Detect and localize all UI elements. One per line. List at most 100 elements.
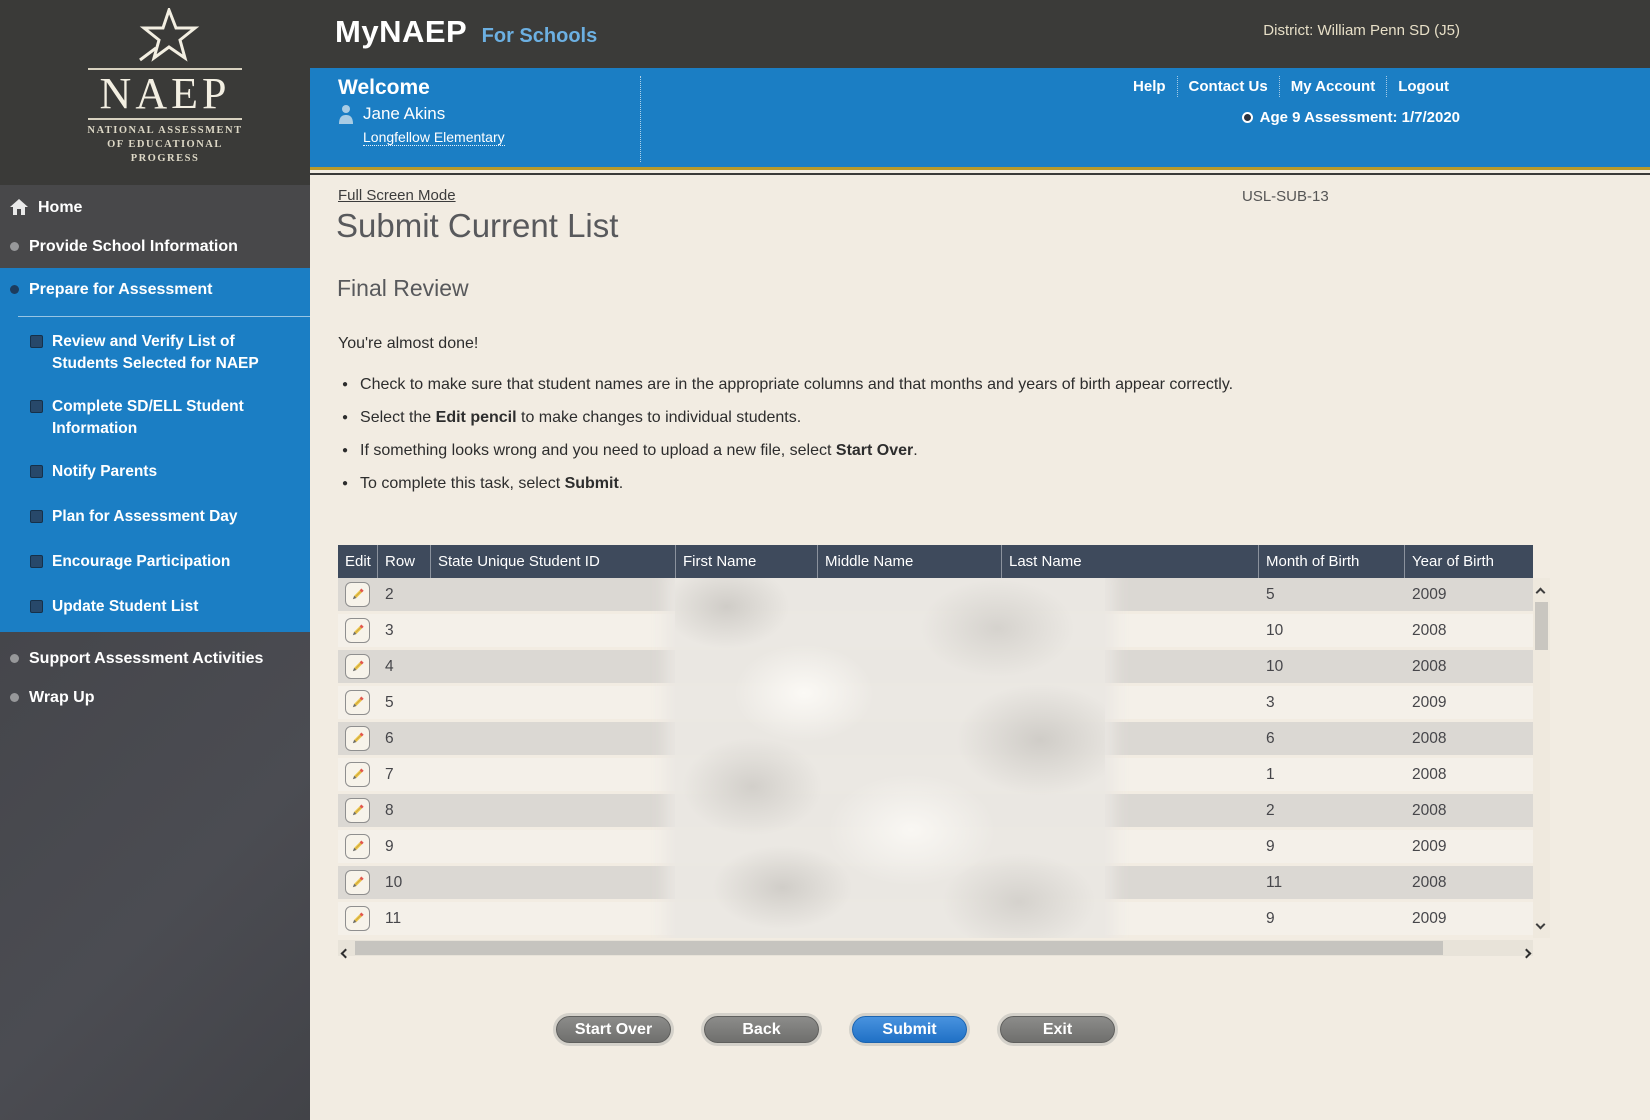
sidebar-item-label: Review and Verify List of Students Selec…	[52, 331, 304, 375]
scroll-left-icon[interactable]	[342, 944, 349, 962]
sidebar-item-label: Support Assessment Activities	[29, 649, 263, 670]
column-header-state-unique-student-id: State Unique Student ID	[430, 545, 675, 578]
welcome-user: Jane Akins	[338, 104, 505, 124]
edit-pencil-button[interactable]	[345, 762, 370, 787]
sidebar-item-plan-for-assessment-day[interactable]: Plan for Assessment Day	[30, 506, 304, 528]
column-header-last-name: Last Name	[1001, 545, 1258, 578]
sidebar-item-wrap-up[interactable]: Wrap Up	[0, 679, 310, 718]
task-square-icon	[30, 400, 43, 413]
nav-logout[interactable]: Logout	[1386, 76, 1460, 97]
sidebar-item-label: Notify Parents	[52, 461, 157, 483]
year-of-birth-cell: 2009	[1404, 586, 1533, 604]
star-icon	[126, 8, 204, 66]
sidebar-item-support-assessment-activities[interactable]: Support Assessment Activities	[0, 640, 310, 679]
sidebar: HomeProvide School Information Prepare f…	[0, 185, 310, 1120]
year-of-birth-cell: 2009	[1404, 694, 1533, 712]
sidebar-item-notify-parents[interactable]: Notify Parents	[30, 461, 304, 483]
back-button[interactable]: Back	[701, 1013, 822, 1046]
row-number-cell: 11	[377, 910, 430, 928]
edit-cell	[338, 654, 377, 679]
task-square-icon	[30, 335, 43, 348]
vertical-scrollbar-thumb[interactable]	[1535, 602, 1548, 650]
sidebar-item-label: Prepare for Assessment	[29, 280, 213, 301]
main-content: Full Screen Mode USL-SUB-13 Submit Curre…	[310, 175, 1650, 1120]
month-of-birth-cell: 6	[1258, 730, 1404, 748]
year-of-birth-cell: 2008	[1404, 874, 1533, 892]
sidebar-item-prepare-for-assessment[interactable]: Prepare for Assessment	[0, 268, 310, 310]
sidebar-active-section: Prepare for Assessment Review and Verify…	[0, 268, 310, 632]
row-number-cell: 4	[377, 658, 430, 676]
bullet-icon	[10, 654, 19, 663]
edit-cell	[338, 798, 377, 823]
start-over-button[interactable]: Start Over	[553, 1013, 674, 1046]
edit-pencil-button[interactable]	[345, 906, 370, 931]
task-square-icon	[30, 555, 43, 568]
nav-contact-us[interactable]: Contact Us	[1177, 76, 1279, 97]
edit-pencil-button[interactable]	[345, 726, 370, 751]
edit-cell	[338, 834, 377, 859]
sidebar-item-review-and-verify-list-of-students-selected-for-naep[interactable]: Review and Verify List of Students Selec…	[30, 331, 304, 375]
intro-text: You're almost done!	[338, 335, 478, 353]
horizontal-scrollbar-thumb[interactable]	[355, 941, 1443, 955]
edit-pencil-button[interactable]	[345, 618, 370, 643]
blue-header-bar: Welcome Jane Akins Longfellow Elementary…	[310, 68, 1650, 170]
task-square-icon	[30, 465, 43, 478]
logo-acronym: NAEP	[80, 72, 250, 116]
sidebar-subitems: Review and Verify List of Students Selec…	[0, 317, 310, 618]
year-of-birth-cell: 2008	[1404, 802, 1533, 820]
edit-pencil-button[interactable]	[345, 834, 370, 859]
month-of-birth-cell: 10	[1258, 622, 1404, 640]
sidebar-item-complete-sd-ell-student-information[interactable]: Complete SD/ELL Student Information	[30, 396, 304, 440]
sidebar-top-section: HomeProvide School Information	[0, 185, 310, 268]
nav-help[interactable]: Help	[1122, 76, 1177, 97]
edit-pencil-button[interactable]	[345, 798, 370, 823]
month-of-birth-cell: 5	[1258, 586, 1404, 604]
row-number-cell: 7	[377, 766, 430, 784]
vertical-scrollbar[interactable]	[1533, 578, 1550, 938]
header-divider	[640, 76, 641, 162]
edit-pencil-button[interactable]	[345, 870, 370, 895]
instruction-bullet-3: ●If something looks wrong and you need t…	[342, 439, 1332, 463]
row-number-cell: 8	[377, 802, 430, 820]
sidebar-item-update-student-list[interactable]: Update Student List	[30, 596, 304, 618]
edit-cell	[338, 870, 377, 895]
school-link[interactable]: Longfellow Elementary	[363, 129, 505, 146]
logo-caption-line1: NATIONAL ASSESSMENT	[80, 124, 250, 138]
exit-button[interactable]: Exit	[997, 1013, 1118, 1046]
brand-suffix: For Schools	[482, 25, 598, 47]
sidebar-item-label: Wrap Up	[29, 688, 94, 709]
year-of-birth-cell: 2008	[1404, 622, 1533, 640]
nav-my-account[interactable]: My Account	[1279, 76, 1386, 97]
month-of-birth-cell: 1	[1258, 766, 1404, 784]
full-screen-mode-link[interactable]: Full Screen Mode	[338, 187, 456, 204]
month-of-birth-cell: 2	[1258, 802, 1404, 820]
sidebar-item-label: Encourage Participation	[52, 551, 230, 573]
bullet-text: Select the Edit pencil to make changes t…	[360, 406, 801, 430]
bullet-marker: ●	[342, 439, 348, 463]
scroll-up-icon[interactable]	[1537, 583, 1544, 601]
edit-pencil-button[interactable]	[345, 690, 370, 715]
scroll-down-icon[interactable]	[1537, 915, 1544, 933]
sidebar-item-encourage-participation[interactable]: Encourage Participation	[30, 551, 304, 573]
sidebar-item-home[interactable]: Home	[0, 189, 310, 228]
scroll-right-icon[interactable]	[1523, 944, 1530, 962]
column-header-first-name: First Name	[675, 545, 817, 578]
assessment-status-label: Age 9 Assessment: 1/7/2020	[1260, 109, 1460, 126]
edit-pencil-button[interactable]	[345, 654, 370, 679]
sidebar-item-provide-school-information[interactable]: Provide School Information	[0, 228, 310, 267]
instruction-bullet-2: ●Select the Edit pencil to make changes …	[342, 406, 1332, 430]
logo-caption: NATIONAL ASSESSMENT OF EDUCATIONAL PROGR…	[80, 124, 250, 167]
edit-cell	[338, 582, 377, 607]
sidebar-item-label: Complete SD/ELL Student Information	[52, 396, 304, 440]
edit-pencil-icon	[350, 911, 365, 926]
row-number-cell: 3	[377, 622, 430, 640]
submit-button[interactable]: Submit	[849, 1013, 970, 1046]
task-square-icon	[30, 600, 43, 613]
edit-pencil-button[interactable]	[345, 582, 370, 607]
edit-pencil-icon	[350, 803, 365, 818]
horizontal-scrollbar[interactable]	[338, 940, 1533, 956]
redacted-names-blur	[675, 578, 1105, 938]
brand-title: MyNAEP	[335, 14, 467, 49]
assessment-status: Age 9 Assessment: 1/7/2020	[1242, 109, 1460, 126]
page-title: Submit Current List	[336, 207, 618, 245]
